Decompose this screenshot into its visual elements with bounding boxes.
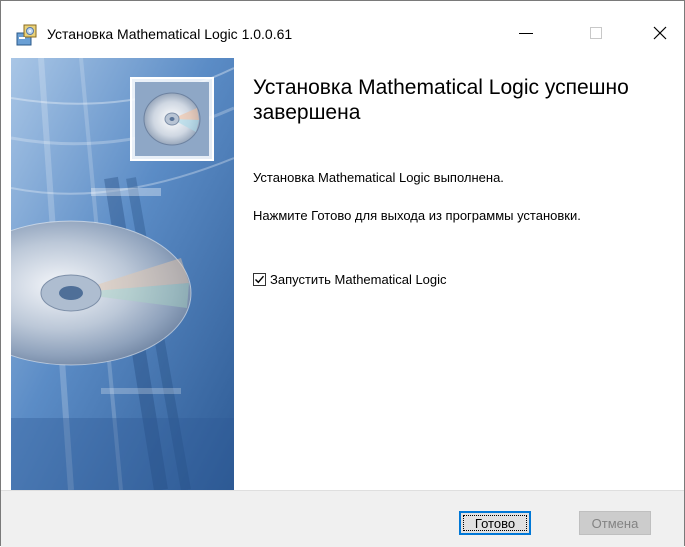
wizard-side-image: [11, 58, 234, 490]
installer-app-icon: [15, 23, 39, 47]
exit-instruction: Нажмите Готово для выхода из программы у…: [253, 208, 581, 223]
window-title: Установка Mathematical Logic 1.0.0.61: [47, 26, 293, 42]
close-button[interactable]: [638, 11, 684, 55]
maximize-icon: [590, 27, 602, 39]
cancel-button: Отмена: [579, 511, 651, 535]
finish-page-content: Установка Mathematical Logic успешно зав…: [253, 75, 673, 287]
title-bar[interactable]: Установка Mathematical Logic 1.0.0.61: [1, 1, 684, 57]
checkmark-icon: [255, 275, 265, 284]
minimize-button[interactable]: [504, 11, 550, 55]
run-app-checkbox[interactable]: [253, 273, 266, 286]
page-heading: Установка Mathematical Logic успешно зав…: [253, 76, 629, 124]
maximize-button: [574, 11, 620, 55]
close-icon: [653, 26, 667, 40]
finish-button[interactable]: Готово: [459, 511, 531, 535]
run-app-option[interactable]: Запустить Mathematical Logic: [253, 272, 447, 287]
button-bar: Готово Отмена: [1, 490, 684, 547]
completion-message: Установка Mathematical Logic выполнена.: [253, 170, 504, 185]
installer-window: Установка Mathematical Logic 1.0.0.61 Ус…: [0, 0, 685, 547]
minimize-icon: [519, 33, 533, 34]
run-app-checkbox-label[interactable]: Запустить Mathematical Logic: [270, 272, 447, 287]
